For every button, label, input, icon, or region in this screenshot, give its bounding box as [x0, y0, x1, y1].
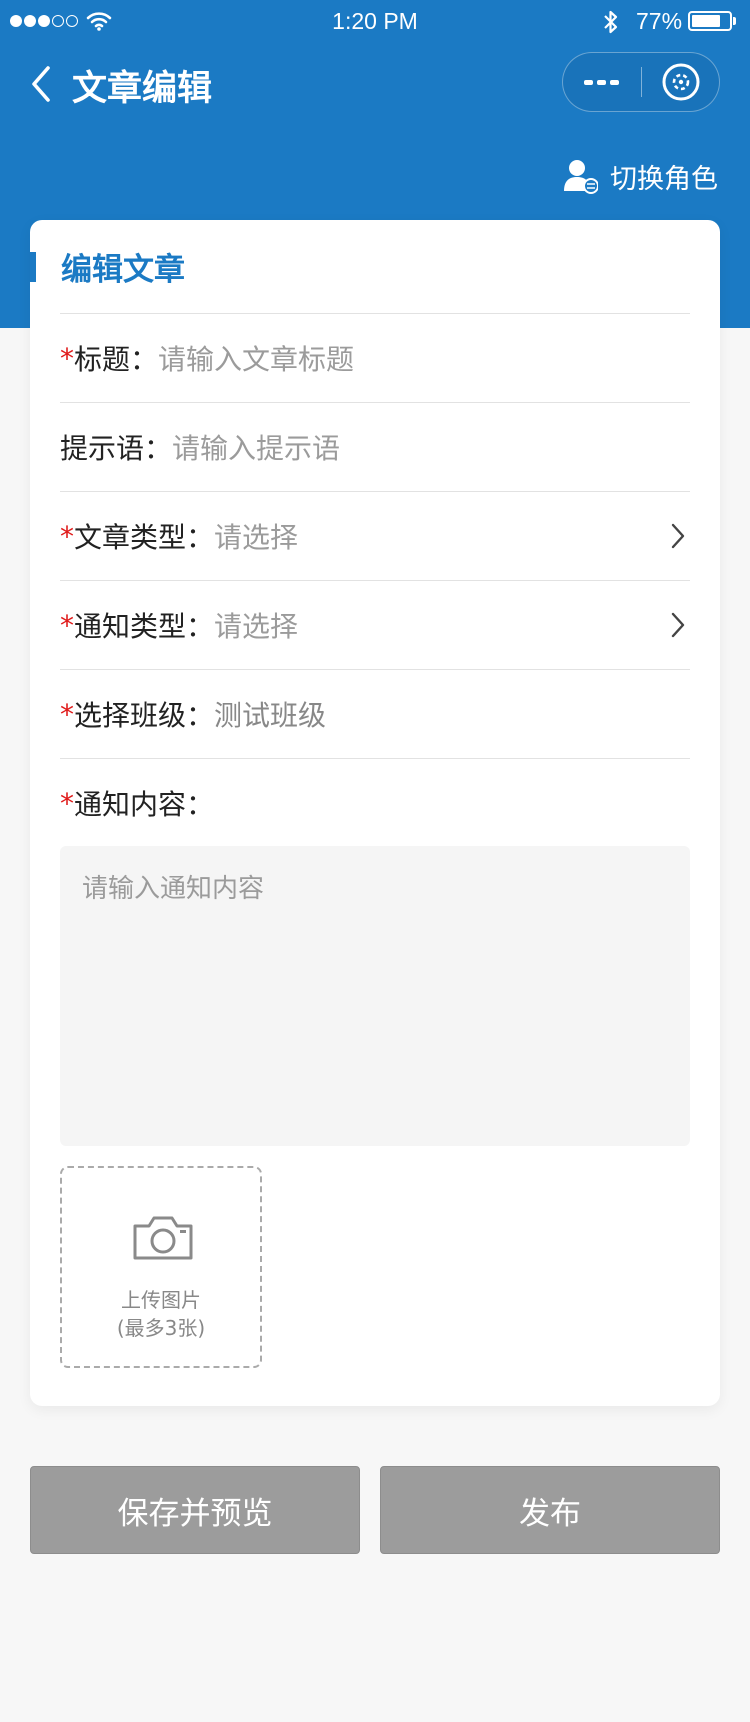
required-mark: *: [60, 786, 74, 820]
article-type-row[interactable]: * 文章类型： 请选择: [60, 491, 690, 580]
content-textarea[interactable]: 请输入通知内容: [60, 846, 690, 1146]
upload-label: 上传图片: [121, 1288, 201, 1312]
notice-type-row[interactable]: * 通知类型： 请选择: [60, 580, 690, 669]
switch-role-label: 切换角色: [610, 163, 718, 195]
card-title: 编辑文章: [61, 252, 185, 288]
title-input[interactable]: 请输入文章标题: [158, 338, 354, 378]
page-title: 文章编辑: [72, 69, 213, 109]
content-label-row: * 通知内容：: [60, 758, 690, 847]
hint-label: 提示语：: [60, 432, 173, 465]
required-mark: *: [60, 341, 74, 375]
status-bar: 1:20 PM 77%: [0, 0, 750, 44]
notice-type-label: 通知类型：: [74, 610, 215, 643]
required-mark: *: [60, 697, 74, 731]
notice-type-select[interactable]: 请选择: [214, 605, 298, 645]
chevron-right-icon[interactable]: [670, 522, 686, 550]
more-button[interactable]: [563, 53, 641, 111]
chevron-right-icon[interactable]: [670, 611, 686, 639]
mini-program-capsule: [562, 52, 720, 112]
camera-icon: [133, 1216, 193, 1260]
card-title-accent: [30, 252, 36, 282]
battery-cap: [733, 17, 736, 25]
close-button[interactable]: [642, 53, 720, 111]
title-label: 标题：: [74, 343, 159, 376]
class-label: 选择班级：: [74, 699, 215, 732]
edit-article-card: 编辑文章 * 标题： 请输入文章标题 提示语： 请输入提示语 * 文章类型： 请…: [30, 220, 720, 1406]
class-value[interactable]: 测试班级: [214, 694, 326, 734]
hint-input[interactable]: 请输入提示语: [172, 427, 340, 467]
bluetooth-icon: [602, 8, 620, 40]
title-field-row[interactable]: * 标题： 请输入文章标题: [60, 313, 690, 402]
hint-field-row[interactable]: 提示语： 请输入提示语: [60, 402, 690, 491]
publish-button[interactable]: 发布: [380, 1466, 720, 1554]
required-mark: *: [60, 519, 74, 553]
article-type-select[interactable]: 请选择: [214, 516, 298, 556]
switch-role-button[interactable]: 切换角色: [564, 156, 718, 196]
article-type-label: 文章类型：: [74, 521, 215, 554]
user-switch-icon: [564, 160, 598, 194]
battery-icon: [688, 11, 732, 31]
save-preview-button[interactable]: 保存并预览: [30, 1466, 360, 1554]
battery-level: [692, 15, 720, 27]
content-label: 通知内容：: [74, 788, 215, 821]
back-button[interactable]: [26, 62, 56, 106]
back-arrow-icon: [32, 66, 50, 102]
class-select-row[interactable]: * 选择班级： 测试班级: [60, 669, 690, 758]
battery-percent: 77%: [636, 8, 683, 34]
upload-image-button[interactable]: 上传图片 (最多3张): [60, 1166, 262, 1368]
required-mark: *: [60, 608, 74, 642]
close-circle-icon: [662, 63, 700, 101]
upload-limit-note: (最多3张): [116, 1316, 206, 1340]
